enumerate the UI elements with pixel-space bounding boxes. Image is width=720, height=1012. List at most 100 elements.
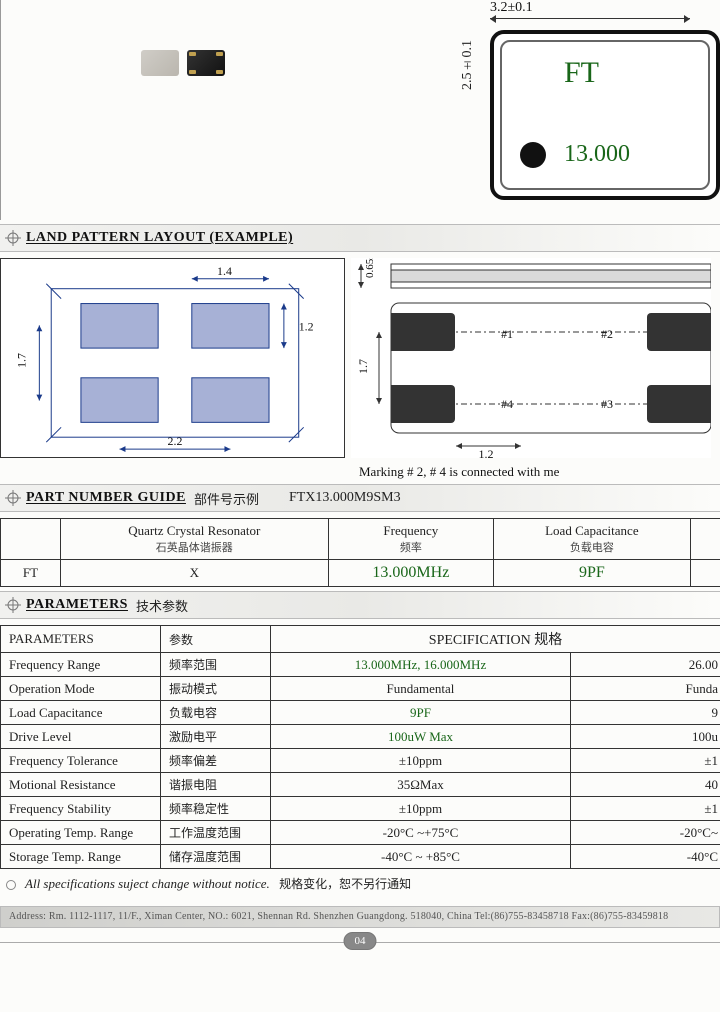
param-spec-2: Funda (571, 677, 720, 701)
param-name-cn: 振动模式 (161, 677, 271, 701)
param-spec-1: 13.000MHz, 16.000MHz (271, 653, 571, 677)
pn-header-resonator: Quartz Crystal Resonator 石英晶体谐振器 (61, 519, 329, 560)
table-row: Frequency Stability频率稳定性±10ppm±1 (1, 797, 720, 821)
section-header-land-pattern: LAND PATTERN LAYOUT (EXAMPLE) (0, 224, 720, 252)
param-spec-2: ±1 (571, 749, 720, 773)
table-row: Frequency Range频率范围13.000MHz, 16.000MHz2… (1, 653, 720, 677)
pn-cell-cutoff (690, 560, 720, 587)
bullet-icon (6, 880, 16, 890)
table-row: Operation Mode振动模式FundamentalFunda (1, 677, 720, 701)
table-row: PARAMETERS 参数 SPECIFICATION 规格 (1, 626, 720, 653)
part-number-table: Quartz Crystal Resonator 石英晶体谐振器 Frequen… (0, 518, 720, 587)
param-name: Load Capacitance (1, 701, 161, 725)
land-pattern-left-drawing: 1.4 1.2 1.7 2.2 (0, 258, 345, 458)
param-spec-1: Fundamental (271, 677, 571, 701)
section-header-parameters: PARAMETERS 技术参数 (0, 591, 720, 619)
pn-cell-prefix: FT (1, 560, 61, 587)
param-name-cn: 谐振电阻 (161, 773, 271, 797)
dim-thickness: 0.65±0.1 (364, 258, 376, 278)
param-name: Operation Mode (1, 677, 161, 701)
param-spec-2: 9 (571, 701, 720, 725)
param-name-cn: 频率范围 (161, 653, 271, 677)
chip-bottom-photo (187, 50, 225, 76)
param-name: Frequency Stability (1, 797, 161, 821)
param-name: Drive Level (1, 725, 161, 749)
param-spec-2: 26.00 (571, 653, 720, 677)
table-row: Drive Level激励电平100uW Max100u (1, 725, 720, 749)
bottom-view-drawing: 0.65±0.1 #1 #2 #4 #3 1.7 (351, 258, 711, 458)
pn-header-load-cap: Load Capacitance 负载电容 (494, 519, 690, 560)
table-row: Load Capacitance负载电容9PF9 (1, 701, 720, 725)
dim-h-pitch-r: 1.2 (479, 447, 494, 458)
package-logo: FT (564, 56, 599, 90)
param-spec-2: 40 (571, 773, 720, 797)
param-name-cn: 工作温度范围 (161, 821, 271, 845)
product-photo (141, 50, 225, 76)
section-title: PARAMETERS (26, 597, 128, 613)
table-row: Motional Resistance谐振电阻35ΩMax40 (1, 773, 720, 797)
dim-v-pitch: 1.7 (14, 353, 28, 368)
pad-label-2: #2 (601, 327, 613, 341)
param-header-name: PARAMETERS (1, 626, 161, 653)
param-spec-1: 100uW Max (271, 725, 571, 749)
package-width-dim: 3.2±0.1 (490, 0, 533, 15)
address-bar: Address: Rm. 1112-1117, 11/F., Ximan Cen… (0, 906, 720, 928)
package-outline-region: 3.2±0.1 2.5±0.1 FT 13.000 (0, 0, 720, 220)
param-name: Motional Resistance (1, 773, 161, 797)
dim-h-pitch: 2.2 (168, 434, 183, 448)
table-row: Storage Temp. Range储存温度范围-40°C ~ +85°C-4… (1, 845, 720, 869)
table-row: Frequency Tolerance频率偏差±10ppm±1 (1, 749, 720, 773)
marking-note: Marking # 2, # 4 is connected with me (359, 464, 711, 480)
chip-top-photo (141, 50, 179, 76)
table-row: Operating Temp. Range工作温度范围-20°C ~+75°C-… (1, 821, 720, 845)
param-name: Operating Temp. Range (1, 821, 161, 845)
param-spec-2: ±1 (571, 797, 720, 821)
pn-header-cutoff (690, 519, 720, 560)
section-header-part-number: PART NUMBER GUIDE 部件号示例 FTX13.000M9SM3 (0, 484, 720, 512)
param-name: Frequency Range (1, 653, 161, 677)
param-spec-1: -40°C ~ +85°C (271, 845, 571, 869)
param-name: Frequency Tolerance (1, 749, 161, 773)
param-name-cn: 激励电平 (161, 725, 271, 749)
table-row: FT X 13.000MHz 9PF (1, 560, 720, 587)
dim-v-pitch-r: 1.7 (356, 359, 370, 374)
page-number: 04 (344, 932, 377, 950)
param-name-cn: 储存温度范围 (161, 845, 271, 869)
page-number-region: 04 (0, 928, 720, 958)
pin1-dot-icon (520, 142, 546, 168)
pn-cell-freq: 13.000MHz (328, 560, 494, 587)
table-row: Quartz Crystal Resonator 石英晶体谐振器 Frequen… (1, 519, 720, 560)
crosshair-icon (0, 592, 26, 618)
package-freq-marking: 13.000 (564, 141, 630, 168)
param-name-cn: 频率稳定性 (161, 797, 271, 821)
pn-header-frequency: Frequency 频率 (328, 519, 494, 560)
param-spec-1: ±10ppm (271, 749, 571, 773)
param-spec-1: ±10ppm (271, 797, 571, 821)
pad-label-1: #1 (501, 327, 513, 341)
param-name-cn: 频率偏差 (161, 749, 271, 773)
footnote-en: All specifications suject change without… (25, 876, 270, 891)
param-spec-2: -40°C (571, 845, 720, 869)
section-title-cn: 技术参数 (136, 596, 188, 615)
package-height-dim: 2.5±0.1 (460, 40, 476, 90)
footnote: All specifications suject change without… (0, 875, 720, 892)
param-spec-1: 35ΩMax (271, 773, 571, 797)
parameters-table: PARAMETERS 参数 SPECIFICATION 规格 Frequency… (0, 625, 720, 869)
section-title-cn: 部件号示例 (194, 489, 259, 508)
section-title: LAND PATTERN LAYOUT (EXAMPLE) (26, 230, 293, 246)
param-name: Storage Temp. Range (1, 845, 161, 869)
crosshair-icon (0, 225, 26, 251)
param-spec-1: 9PF (271, 701, 571, 725)
param-name-cn: 负载电容 (161, 701, 271, 725)
param-header-spec: SPECIFICATION 规格 (271, 626, 720, 653)
pn-header-blank (1, 519, 61, 560)
param-spec-1: -20°C ~+75°C (271, 821, 571, 845)
crosshair-icon (0, 485, 26, 511)
param-spec-2: -20°C~ (571, 821, 720, 845)
part-number-example: FTX13.000M9SM3 (289, 490, 401, 506)
section-title: PART NUMBER GUIDE (26, 490, 186, 506)
pn-cell-loadcap: 9PF (494, 560, 690, 587)
footnote-cn: 规格变化，恕不另行通知 (279, 877, 411, 891)
package-outline-drawing: 3.2±0.1 2.5±0.1 FT 13.000 (460, 0, 720, 220)
dim-pad-width: 1.4 (217, 264, 232, 278)
